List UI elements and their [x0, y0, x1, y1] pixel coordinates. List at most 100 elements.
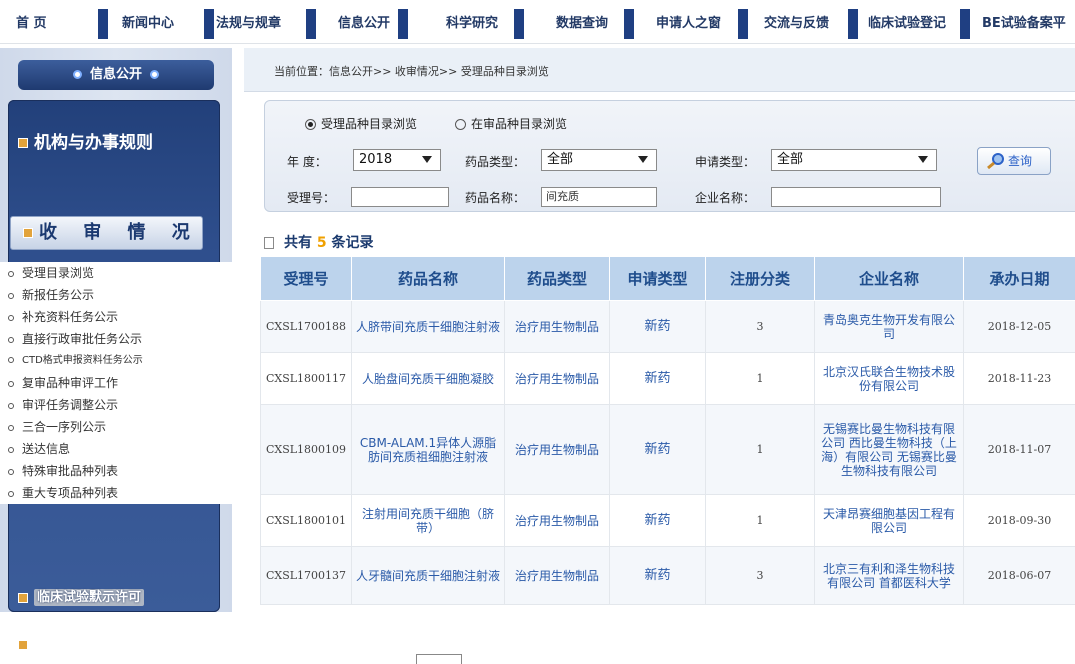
main-content: 当前位置：信息公开>> 收审情况>> 受理品种目录浏览 受理品种目录浏览 在审品…: [244, 48, 1075, 612]
drug-type-select[interactable]: 全部: [541, 149, 657, 171]
chevron-down-icon: [422, 156, 432, 163]
chevron-down-icon: [918, 156, 928, 163]
nav-separator: [960, 9, 970, 39]
column-header[interactable]: 药品名称: [352, 257, 505, 301]
column-header[interactable]: 申请类型: [610, 257, 706, 301]
search-button[interactable]: 查询: [977, 147, 1051, 175]
sidebar-link[interactable]: 受理目录浏览: [0, 262, 232, 284]
sidebar-link-label: 审评任务调整公示: [22, 398, 118, 412]
cell-reg-class: 1: [706, 405, 815, 495]
sidebar-category-shouji[interactable]: 收 审 情 况: [10, 216, 203, 250]
sidebar-link[interactable]: 重大专项品种列表: [0, 482, 232, 504]
sidebar-link[interactable]: 送达信息: [0, 438, 232, 460]
results-table: 受理号 药品名称 药品类型 申请类型 注册分类 企业名称 承办日期 CXSL17…: [260, 256, 1075, 605]
nav-research[interactable]: 科学研究: [446, 9, 498, 39]
cell-reg-class: 3: [706, 547, 815, 605]
nav-separator: [398, 9, 408, 39]
cell-drug-name[interactable]: 人脐带间充质干细胞注射液: [352, 301, 505, 353]
circle-bullet-icon: [8, 337, 14, 343]
nav-info-public[interactable]: 信息公开: [338, 9, 390, 39]
table-row[interactable]: CXSL1800109 CBM-ALAM.1异体人源脂肪间充质祖细胞注射液 治疗…: [261, 405, 1075, 495]
drug-name-label: 药品名称：: [465, 189, 525, 206]
column-header[interactable]: 药品类型: [505, 257, 610, 301]
column-header[interactable]: 受理号: [261, 257, 352, 301]
sidebar-link[interactable]: 特殊审批品种列表: [0, 460, 232, 482]
nav-feedback[interactable]: 交流与反馈: [764, 9, 829, 39]
sidebar-link[interactable]: 三合一序列公示: [0, 416, 232, 438]
company-input[interactable]: [771, 187, 941, 207]
sidebar-category-shangshi[interactable]: 上市药品信息: [18, 630, 148, 655]
accept-no-label: 受理号：: [287, 189, 335, 206]
circle-bullet-icon: [8, 315, 14, 321]
cell-drug-type: 治疗用生物制品: [505, 495, 610, 547]
sidebar-category-linchuang[interactable]: 临床试验默示许可: [18, 586, 144, 605]
column-header[interactable]: 企业名称: [815, 257, 964, 301]
year-select-value: 2018: [359, 152, 392, 167]
sidebar-link-label: 新报任务公示: [22, 288, 94, 302]
cell-drug-name[interactable]: 人牙髓间充质干细胞注射液: [352, 547, 505, 605]
table-row[interactable]: CXSL1700137 人牙髓间充质干细胞注射液 治疗用生物制品 新药 3 北京…: [261, 547, 1075, 605]
nav-data-query[interactable]: 数据查询: [556, 9, 608, 39]
cell-company: 青岛奥克生物开发有限公司: [815, 301, 964, 353]
sidebar-link-label: CTD格式申报资料任务公示: [22, 355, 143, 366]
table-row[interactable]: CXSL1800117 人胎盘间充质干细胞凝胶 治疗用生物制品 新药 1 北京汉…: [261, 353, 1075, 405]
radio-accepted-list[interactable]: 受理品种目录浏览: [305, 115, 417, 132]
drug-type-select-value: 全部: [547, 152, 573, 167]
record-count-prefix: 共有: [284, 235, 312, 251]
nav-news[interactable]: 新闻中心: [122, 9, 174, 39]
cell-drug-name[interactable]: 注射用间充质干细胞（脐带）: [352, 495, 505, 547]
nav-be-trial[interactable]: BE试验备案平: [982, 9, 1066, 39]
drug-name-input[interactable]: 间充质: [541, 187, 657, 207]
pager-box[interactable]: [416, 654, 462, 664]
sidebar: 信息公开 机构与办事规则 收 审 情 况 受理目录浏览 新报任务公示 补充资料任…: [0, 48, 232, 612]
table-row[interactable]: CXSL1700188 人脐带间充质干细胞注射液 治疗用生物制品 新药 3 青岛…: [261, 301, 1075, 353]
sidebar-link[interactable]: CTD格式申报资料任务公示: [0, 350, 232, 372]
column-header[interactable]: 注册分类: [706, 257, 815, 301]
sidebar-link[interactable]: 新报任务公示: [0, 284, 232, 306]
square-bullet-icon: [18, 593, 28, 603]
radio-pending-list[interactable]: 在审品种目录浏览: [455, 115, 567, 132]
accept-no-input[interactable]: [351, 187, 449, 207]
sidebar-link[interactable]: 审评任务调整公示: [0, 394, 232, 416]
nav-separator: [514, 9, 524, 39]
sidebar-link-label: 特殊审批品种列表: [22, 464, 118, 478]
square-bullet-icon: [18, 138, 28, 148]
column-header[interactable]: 承办日期: [964, 257, 1075, 301]
circle-bullet-icon: [8, 491, 14, 497]
radio-unselected-icon: [455, 119, 466, 130]
cell-company: 天津昂赛细胞基因工程有限公司: [815, 495, 964, 547]
cell-reg-class: 1: [706, 353, 815, 405]
nav-applicant[interactable]: 申请人之窗: [656, 9, 721, 39]
cell-reg-class: 3: [706, 301, 815, 353]
cell-company: 北京三有利和泽生物科技有限公司 首都医科大学: [815, 547, 964, 605]
sidebar-link-label: 重大专项品种列表: [22, 486, 118, 500]
year-label: 年 度：: [287, 153, 327, 170]
sidebar-category-jigou[interactable]: 机构与办事规则: [18, 128, 153, 153]
document-icon: [264, 237, 274, 249]
nav-regulations[interactable]: 法规与规章: [216, 9, 281, 39]
sidebar-link-label: 直接行政审批任务公示: [22, 332, 142, 346]
category-label: 临床试验默示许可: [34, 589, 144, 606]
nav-separator: [204, 9, 214, 39]
square-bullet-icon: [18, 640, 28, 650]
cell-company: 无锡赛比曼生物科技有限公司 西比曼生物科技（上海）有限公司 无锡赛比曼生物科技有…: [815, 405, 964, 495]
table-row[interactable]: CXSL1800101 注射用间充质干细胞（脐带） 治疗用生物制品 新药 1 天…: [261, 495, 1075, 547]
apply-type-select[interactable]: 全部: [771, 149, 937, 171]
nav-clinical-trial[interactable]: 临床试验登记: [868, 9, 946, 39]
cell-date: 2018-11-07: [964, 405, 1075, 495]
nav-home[interactable]: 首 页: [16, 9, 47, 39]
nav-separator: [624, 9, 634, 39]
year-select[interactable]: 2018: [353, 149, 441, 171]
sidebar-link[interactable]: 复审品种审评工作: [0, 372, 232, 394]
sidebar-header-label: 信息公开: [90, 67, 142, 82]
cell-drug-name[interactable]: CBM-ALAM.1异体人源脂肪间充质祖细胞注射液: [352, 405, 505, 495]
cell-drug-name[interactable]: 人胎盘间充质干细胞凝胶: [352, 353, 505, 405]
sidebar-link-list: 受理目录浏览 新报任务公示 补充资料任务公示 直接行政审批任务公示 CTD格式申…: [0, 262, 232, 504]
sidebar-link[interactable]: 直接行政审批任务公示: [0, 328, 232, 350]
sidebar-link[interactable]: 补充资料任务公示: [0, 306, 232, 328]
record-count-suffix: 条记录: [332, 235, 374, 251]
cell-reg-class: 1: [706, 495, 815, 547]
cell-date: 2018-12-05: [964, 301, 1075, 353]
cell-accept-no: CXSL1800109: [261, 405, 352, 495]
cell-accept-no: CXSL1700188: [261, 301, 352, 353]
